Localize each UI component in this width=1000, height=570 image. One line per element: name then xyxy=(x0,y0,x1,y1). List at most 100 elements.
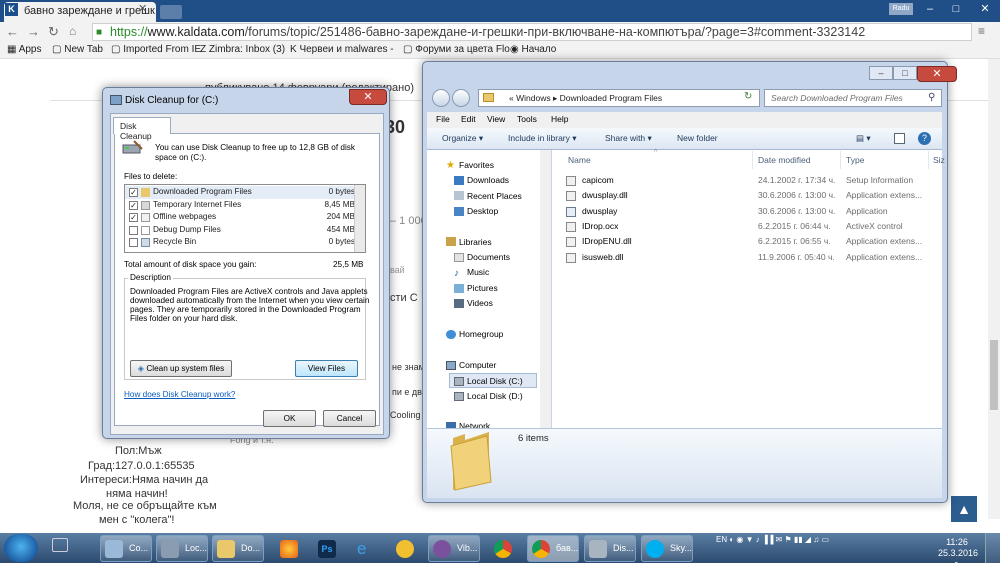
new-folder-button[interactable]: New folder xyxy=(677,133,718,143)
chrome-icon[interactable] xyxy=(494,540,512,558)
minimize-icon[interactable]: – xyxy=(918,0,942,18)
nav-recent-places[interactable]: Recent Places xyxy=(467,191,522,201)
firefox-icon[interactable] xyxy=(280,540,298,558)
back-icon[interactable]: ← xyxy=(6,24,19,39)
ie-icon[interactable]: e xyxy=(357,540,375,558)
include-in-library-button[interactable]: Include in library ▾ xyxy=(508,133,577,144)
bookmark-home[interactable]: ◉ Начало xyxy=(510,44,556,55)
bookmark-flowers[interactable]: ▢ Форуми за цвета Flo xyxy=(403,44,510,55)
nav-favorites[interactable]: Favorites xyxy=(459,160,494,170)
browser-tab[interactable]: бавно зареждане и грешк xyxy=(4,2,156,22)
new-tab-button[interactable] xyxy=(160,5,182,19)
column-size[interactable]: Siz xyxy=(933,155,945,165)
close-icon[interactable]: ✕ xyxy=(917,66,957,82)
nav-downloads[interactable]: Downloads xyxy=(467,175,509,185)
cancel-button[interactable]: Cancel xyxy=(323,410,376,427)
nav-pictures[interactable]: Pictures xyxy=(467,283,498,293)
nav-libraries[interactable]: Libraries xyxy=(459,237,492,247)
list-item[interactable]: ✓ Offline webpages 204 MB xyxy=(125,211,355,224)
table-row[interactable]: isusweb.dll 11.9.2006 г. 05:40 ч. Applicat… xyxy=(566,250,936,265)
list-scrollbar[interactable] xyxy=(354,185,365,252)
nav-local-disk-d[interactable]: Local Disk (D:) xyxy=(467,391,523,401)
nav-homegroup[interactable]: Homegroup xyxy=(459,329,503,339)
menu-help[interactable]: Help xyxy=(551,114,568,124)
column-type[interactable]: Type xyxy=(846,155,864,165)
nav-local-disk-c[interactable]: Local Disk (C:) xyxy=(467,376,523,386)
tab-close-icon[interactable]: ✕ xyxy=(138,2,147,15)
language-indicator[interactable]: EN xyxy=(716,535,727,544)
tab-disk-cleanup[interactable]: Disk Cleanup xyxy=(113,117,171,141)
checkbox[interactable]: ✓ xyxy=(129,213,138,222)
bookmark-imported[interactable]: ▢ Imported From IE xyxy=(111,44,201,55)
column-date[interactable]: Date modified xyxy=(758,155,810,165)
checkbox[interactable]: ✓ xyxy=(129,201,138,210)
bookmark-zimbra[interactable]: Z Zimbra: Inbox (3) xyxy=(200,44,285,55)
taskbar-label: Sky... xyxy=(670,543,692,553)
list-item[interactable]: Recycle Bin 0 bytes xyxy=(125,236,355,249)
bookmark-malwares[interactable]: K Червеи и malwares - xyxy=(290,44,394,55)
menu-edit[interactable]: Edit xyxy=(461,114,476,124)
nav-desktop[interactable]: Desktop xyxy=(467,206,498,216)
forward-icon[interactable] xyxy=(452,89,470,107)
list-item[interactable]: ✓ Temporary Internet Files 8,45 MB xyxy=(125,199,355,212)
search-input[interactable]: Search Downloaded Program Files xyxy=(764,89,942,107)
forward-icon[interactable]: → xyxy=(27,24,40,39)
table-row[interactable]: dwusplay.dll 30.6.2006 г. 13:00 ч. Applica… xyxy=(566,188,936,203)
checkbox[interactable]: ✓ xyxy=(129,188,138,197)
nav-scrollbar[interactable] xyxy=(540,150,551,428)
ok-button[interactable]: OK xyxy=(263,410,316,427)
explorer-address-bar[interactable]: « Windows ▸ Downloaded Program Files xyxy=(478,89,760,107)
breadcrumb-item[interactable]: Windows xyxy=(516,93,550,103)
organize-button[interactable]: Organize ▾ xyxy=(442,133,483,144)
refresh-icon[interactable]: ↻ xyxy=(744,91,752,102)
column-name[interactable]: Name xyxy=(568,155,591,165)
start-button[interactable] xyxy=(4,534,38,562)
address-bar[interactable]: https://www.kaldata.com/forums/topic/251… xyxy=(92,23,972,41)
nav-documents[interactable]: Documents xyxy=(467,252,510,262)
table-row[interactable]: IDropENU.dll 6.2.2015 г. 06:55 ч. Applicat… xyxy=(566,234,936,249)
bookmark-apps[interactable]: ▦ Apps xyxy=(7,44,41,55)
photoshop-icon[interactable]: Ps xyxy=(318,540,336,558)
reload-icon[interactable]: ↻ xyxy=(48,24,59,40)
task-view-icon[interactable] xyxy=(52,538,68,552)
show-desktop-button[interactable] xyxy=(985,533,1000,563)
maximize-icon[interactable]: □ xyxy=(893,66,917,80)
menu-icon[interactable]: ≡ xyxy=(978,24,985,38)
table-row[interactable]: IDrop.ocx 6.2.2015 г. 06:44 ч. ActiveX con… xyxy=(566,219,936,234)
nav-computer[interactable]: Computer xyxy=(459,360,496,370)
home-icon[interactable]: ⌂ xyxy=(69,24,76,38)
page-scroll-thumb[interactable] xyxy=(990,340,998,410)
clock[interactable]: 11:26 25.3.2016 г. xyxy=(938,537,978,570)
browser-close-icon[interactable]: ✕ xyxy=(970,0,1000,18)
list-item[interactable]: ✓ Downloaded Program Files 0 bytes xyxy=(125,186,355,199)
help-link[interactable]: How does Disk Cleanup work? xyxy=(124,390,236,399)
breadcrumb-item[interactable]: Downloaded Program Files xyxy=(560,93,663,103)
menu-tools[interactable]: Tools xyxy=(517,114,537,124)
list-item[interactable]: Debug Dump Files 454 MB xyxy=(125,224,355,237)
bookmark-new-tab[interactable]: ▢ New Tab xyxy=(52,44,103,55)
table-row[interactable]: dwusplay 30.6.2006 г. 13:00 ч. Application xyxy=(566,204,936,219)
menu-view[interactable]: View xyxy=(487,114,505,124)
nav-music[interactable]: Music xyxy=(467,267,489,277)
view-files-button[interactable]: View Files xyxy=(295,360,358,377)
share-with-button[interactable]: Share with ▾ xyxy=(605,133,652,144)
maximize-icon[interactable]: □ xyxy=(944,0,968,18)
preview-pane-icon[interactable] xyxy=(894,133,905,144)
tray-icons[interactable]: ◐ ◉ ▼ ♪ ▐▐ ✉ ⚑ ▮▮ ◢ ♫ ▭ xyxy=(729,535,829,544)
scroll-to-top-button[interactable]: ▲ xyxy=(951,496,977,522)
help-icon[interactable]: ? xyxy=(918,132,931,145)
back-icon[interactable] xyxy=(432,89,450,107)
view-options-icon[interactable]: ▤ ▾ xyxy=(856,133,871,144)
app-icon[interactable] xyxy=(396,540,414,558)
profile-user-button[interactable]: Radu xyxy=(889,3,913,15)
table-row[interactable]: capicom 24.1.2002 г. 17:34 ч. Setup Inform… xyxy=(566,173,936,188)
checkbox[interactable] xyxy=(129,226,138,235)
files-list[interactable]: ✓ Downloaded Program Files 0 bytes ✓ Tempor… xyxy=(124,184,366,253)
checkbox[interactable] xyxy=(129,238,138,247)
nav-videos[interactable]: Videos xyxy=(467,298,493,308)
clean-up-system-files-button[interactable]: ◈ Clean up system files xyxy=(130,360,232,377)
close-icon[interactable]: ✕ xyxy=(349,89,387,105)
minimize-icon[interactable]: – xyxy=(869,66,893,80)
menu-file[interactable]: File xyxy=(436,114,450,124)
page-scrollbar[interactable] xyxy=(988,59,1000,519)
